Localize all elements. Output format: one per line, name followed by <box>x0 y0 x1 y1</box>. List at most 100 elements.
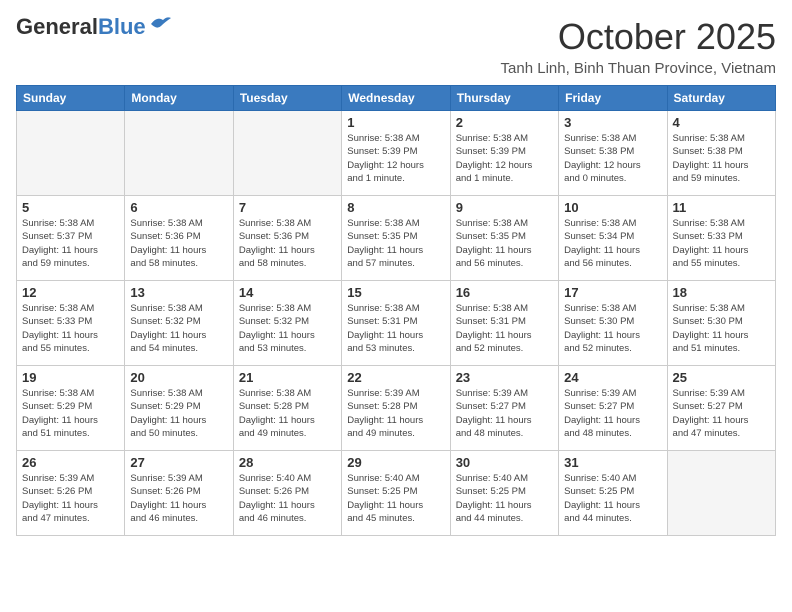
calendar-cell: 3Sunrise: 5:38 AM Sunset: 5:38 PM Daylig… <box>559 111 667 196</box>
weekday-header-saturday: Saturday <box>667 86 775 111</box>
calendar-cell: 31 Sunrise: 5:40 AM Sunset: 5:25 PM Dayli… <box>559 451 667 536</box>
calendar-cell: 18Sunrise: 5:38 AM Sunset: 5:30 PM Dayli… <box>667 281 775 366</box>
day-number: 9 <box>456 200 553 215</box>
calendar-table: SundayMondayTuesdayWednesdayThursdayFrid… <box>16 85 776 536</box>
day-info: Sunrise: 5:38 AM Sunset: 5:31 PM Dayligh… <box>456 302 553 355</box>
day-number: 31 <box>564 455 661 470</box>
day-number: 12 <box>22 285 119 300</box>
day-info: Sunrise: 5:38 AM Sunset: 5:30 PM Dayligh… <box>564 302 661 355</box>
day-number: 22 <box>347 370 444 385</box>
calendar-cell: 8Sunrise: 5:38 AM Sunset: 5:35 PM Daylig… <box>342 196 450 281</box>
day-number: 20 <box>130 370 227 385</box>
day-number: 19 <box>22 370 119 385</box>
day-info: Sunrise: 5:38 AM Sunset: 5:39 PM Dayligh… <box>456 132 553 185</box>
day-info: Sunrise: 5:40 AM Sunset: 5:25 PM Dayligh… <box>456 472 553 525</box>
day-info: Sunrise: 5:38 AM Sunset: 5:35 PM Dayligh… <box>456 217 553 270</box>
calendar-cell: 10 Sunrise: 5:38 AM Sunset: 5:34 PM Dayli… <box>559 196 667 281</box>
logo-bird-icon <box>149 14 171 32</box>
calendar-cell: 23 Sunrise: 5:39 AM Sunset: 5:27 PM Dayli… <box>450 366 558 451</box>
day-info: Sunrise: 5:38 AM Sunset: 5:28 PM Dayligh… <box>239 387 336 440</box>
calendar-cell: 25Sunrise: 5:39 AM Sunset: 5:27 PM Dayli… <box>667 366 775 451</box>
day-info: Sunrise: 5:38 AM Sunset: 5:29 PM Dayligh… <box>130 387 227 440</box>
day-info: Sunrise: 5:40 AM Sunset: 5:26 PM Dayligh… <box>239 472 336 525</box>
calendar-cell: 12 Sunrise: 5:38 AM Sunset: 5:33 PM Dayli… <box>17 281 125 366</box>
day-number: 10 <box>564 200 661 215</box>
day-number: 6 <box>130 200 227 215</box>
day-number: 23 <box>456 370 553 385</box>
day-info: Sunrise: 5:39 AM Sunset: 5:27 PM Dayligh… <box>456 387 553 440</box>
weekday-header-monday: Monday <box>125 86 233 111</box>
calendar-cell: 7 Sunrise: 5:38 AM Sunset: 5:36 PM Daylig… <box>233 196 341 281</box>
day-number: 29 <box>347 455 444 470</box>
day-number: 25 <box>673 370 770 385</box>
day-info: Sunrise: 5:40 AM Sunset: 5:25 PM Dayligh… <box>347 472 444 525</box>
calendar-cell: 26Sunrise: 5:39 AM Sunset: 5:26 PM Dayli… <box>17 451 125 536</box>
day-info: Sunrise: 5:39 AM Sunset: 5:26 PM Dayligh… <box>130 472 227 525</box>
week-row-4: 19 Sunrise: 5:38 AM Sunset: 5:29 PM Dayli… <box>17 366 776 451</box>
day-info: Sunrise: 5:38 AM Sunset: 5:39 PM Dayligh… <box>347 132 444 185</box>
day-number: 28 <box>239 455 336 470</box>
calendar-cell: 30 Sunrise: 5:40 AM Sunset: 5:25 PM Dayli… <box>450 451 558 536</box>
day-info: Sunrise: 5:38 AM Sunset: 5:31 PM Dayligh… <box>347 302 444 355</box>
page-header: GeneralBlue October 2025 Tanh Linh, Binh… <box>16 16 776 77</box>
calendar-cell: 11 Sunrise: 5:38 AM Sunset: 5:33 PM Dayli… <box>667 196 775 281</box>
day-number: 17 <box>564 285 661 300</box>
day-number: 5 <box>22 200 119 215</box>
weekday-header-row: SundayMondayTuesdayWednesdayThursdayFrid… <box>17 86 776 111</box>
day-info: Sunrise: 5:38 AM Sunset: 5:38 PM Dayligh… <box>673 132 770 185</box>
calendar-cell: 20 Sunrise: 5:38 AM Sunset: 5:29 PM Dayli… <box>125 366 233 451</box>
calendar-cell: 28 Sunrise: 5:40 AM Sunset: 5:26 PM Dayli… <box>233 451 341 536</box>
calendar-cell <box>233 111 341 196</box>
day-number: 13 <box>130 285 227 300</box>
day-number: 14 <box>239 285 336 300</box>
calendar-cell: 14Sunrise: 5:38 AM Sunset: 5:32 PM Dayli… <box>233 281 341 366</box>
calendar-cell: 4 Sunrise: 5:38 AM Sunset: 5:38 PM Daylig… <box>667 111 775 196</box>
calendar-cell: 24 Sunrise: 5:39 AM Sunset: 5:27 PM Dayli… <box>559 366 667 451</box>
day-info: Sunrise: 5:40 AM Sunset: 5:25 PM Dayligh… <box>564 472 661 525</box>
week-row-2: 5 Sunrise: 5:38 AM Sunset: 5:37 PM Daylig… <box>17 196 776 281</box>
month-title: October 2025 <box>501 16 776 58</box>
logo-blue: Blue <box>98 14 146 39</box>
weekday-header-tuesday: Tuesday <box>233 86 341 111</box>
day-info: Sunrise: 5:38 AM Sunset: 5:36 PM Dayligh… <box>239 217 336 270</box>
day-number: 16 <box>456 285 553 300</box>
calendar-cell: 29 Sunrise: 5:40 AM Sunset: 5:25 PM Dayli… <box>342 451 450 536</box>
day-info: Sunrise: 5:38 AM Sunset: 5:29 PM Dayligh… <box>22 387 119 440</box>
day-number: 4 <box>673 115 770 130</box>
day-number: 30 <box>456 455 553 470</box>
calendar-cell: 15 Sunrise: 5:38 AM Sunset: 5:31 PM Dayli… <box>342 281 450 366</box>
logo: GeneralBlue <box>16 16 171 38</box>
day-info: Sunrise: 5:39 AM Sunset: 5:28 PM Dayligh… <box>347 387 444 440</box>
day-info: Sunrise: 5:38 AM Sunset: 5:33 PM Dayligh… <box>22 302 119 355</box>
weekday-header-thursday: Thursday <box>450 86 558 111</box>
day-number: 3 <box>564 115 661 130</box>
day-number: 27 <box>130 455 227 470</box>
week-row-1: 1 Sunrise: 5:38 AM Sunset: 5:39 PM Daylig… <box>17 111 776 196</box>
calendar-cell: 13 Sunrise: 5:38 AM Sunset: 5:32 PM Dayli… <box>125 281 233 366</box>
calendar-cell: 1 Sunrise: 5:38 AM Sunset: 5:39 PM Daylig… <box>342 111 450 196</box>
calendar-cell: 19 Sunrise: 5:38 AM Sunset: 5:29 PM Dayli… <box>17 366 125 451</box>
day-number: 18 <box>673 285 770 300</box>
calendar-cell: 27 Sunrise: 5:39 AM Sunset: 5:26 PM Dayli… <box>125 451 233 536</box>
day-info: Sunrise: 5:38 AM Sunset: 5:32 PM Dayligh… <box>130 302 227 355</box>
calendar-cell: 16 Sunrise: 5:38 AM Sunset: 5:31 PM Dayli… <box>450 281 558 366</box>
day-info: Sunrise: 5:38 AM Sunset: 5:37 PM Dayligh… <box>22 217 119 270</box>
day-info: Sunrise: 5:39 AM Sunset: 5:27 PM Dayligh… <box>564 387 661 440</box>
weekday-header-sunday: Sunday <box>17 86 125 111</box>
day-info: Sunrise: 5:39 AM Sunset: 5:26 PM Dayligh… <box>22 472 119 525</box>
weekday-header-wednesday: Wednesday <box>342 86 450 111</box>
day-number: 2 <box>456 115 553 130</box>
calendar-cell: 17 Sunrise: 5:38 AM Sunset: 5:30 PM Dayli… <box>559 281 667 366</box>
day-number: 15 <box>347 285 444 300</box>
day-number: 7 <box>239 200 336 215</box>
calendar-cell: 2 Sunrise: 5:38 AM Sunset: 5:39 PM Daylig… <box>450 111 558 196</box>
day-number: 24 <box>564 370 661 385</box>
day-number: 1 <box>347 115 444 130</box>
day-info: Sunrise: 5:38 AM Sunset: 5:36 PM Dayligh… <box>130 217 227 270</box>
day-number: 11 <box>673 200 770 215</box>
day-number: 21 <box>239 370 336 385</box>
day-info: Sunrise: 5:38 AM Sunset: 5:34 PM Dayligh… <box>564 217 661 270</box>
calendar-cell <box>125 111 233 196</box>
day-number: 8 <box>347 200 444 215</box>
day-info: Sunrise: 5:38 AM Sunset: 5:33 PM Dayligh… <box>673 217 770 270</box>
